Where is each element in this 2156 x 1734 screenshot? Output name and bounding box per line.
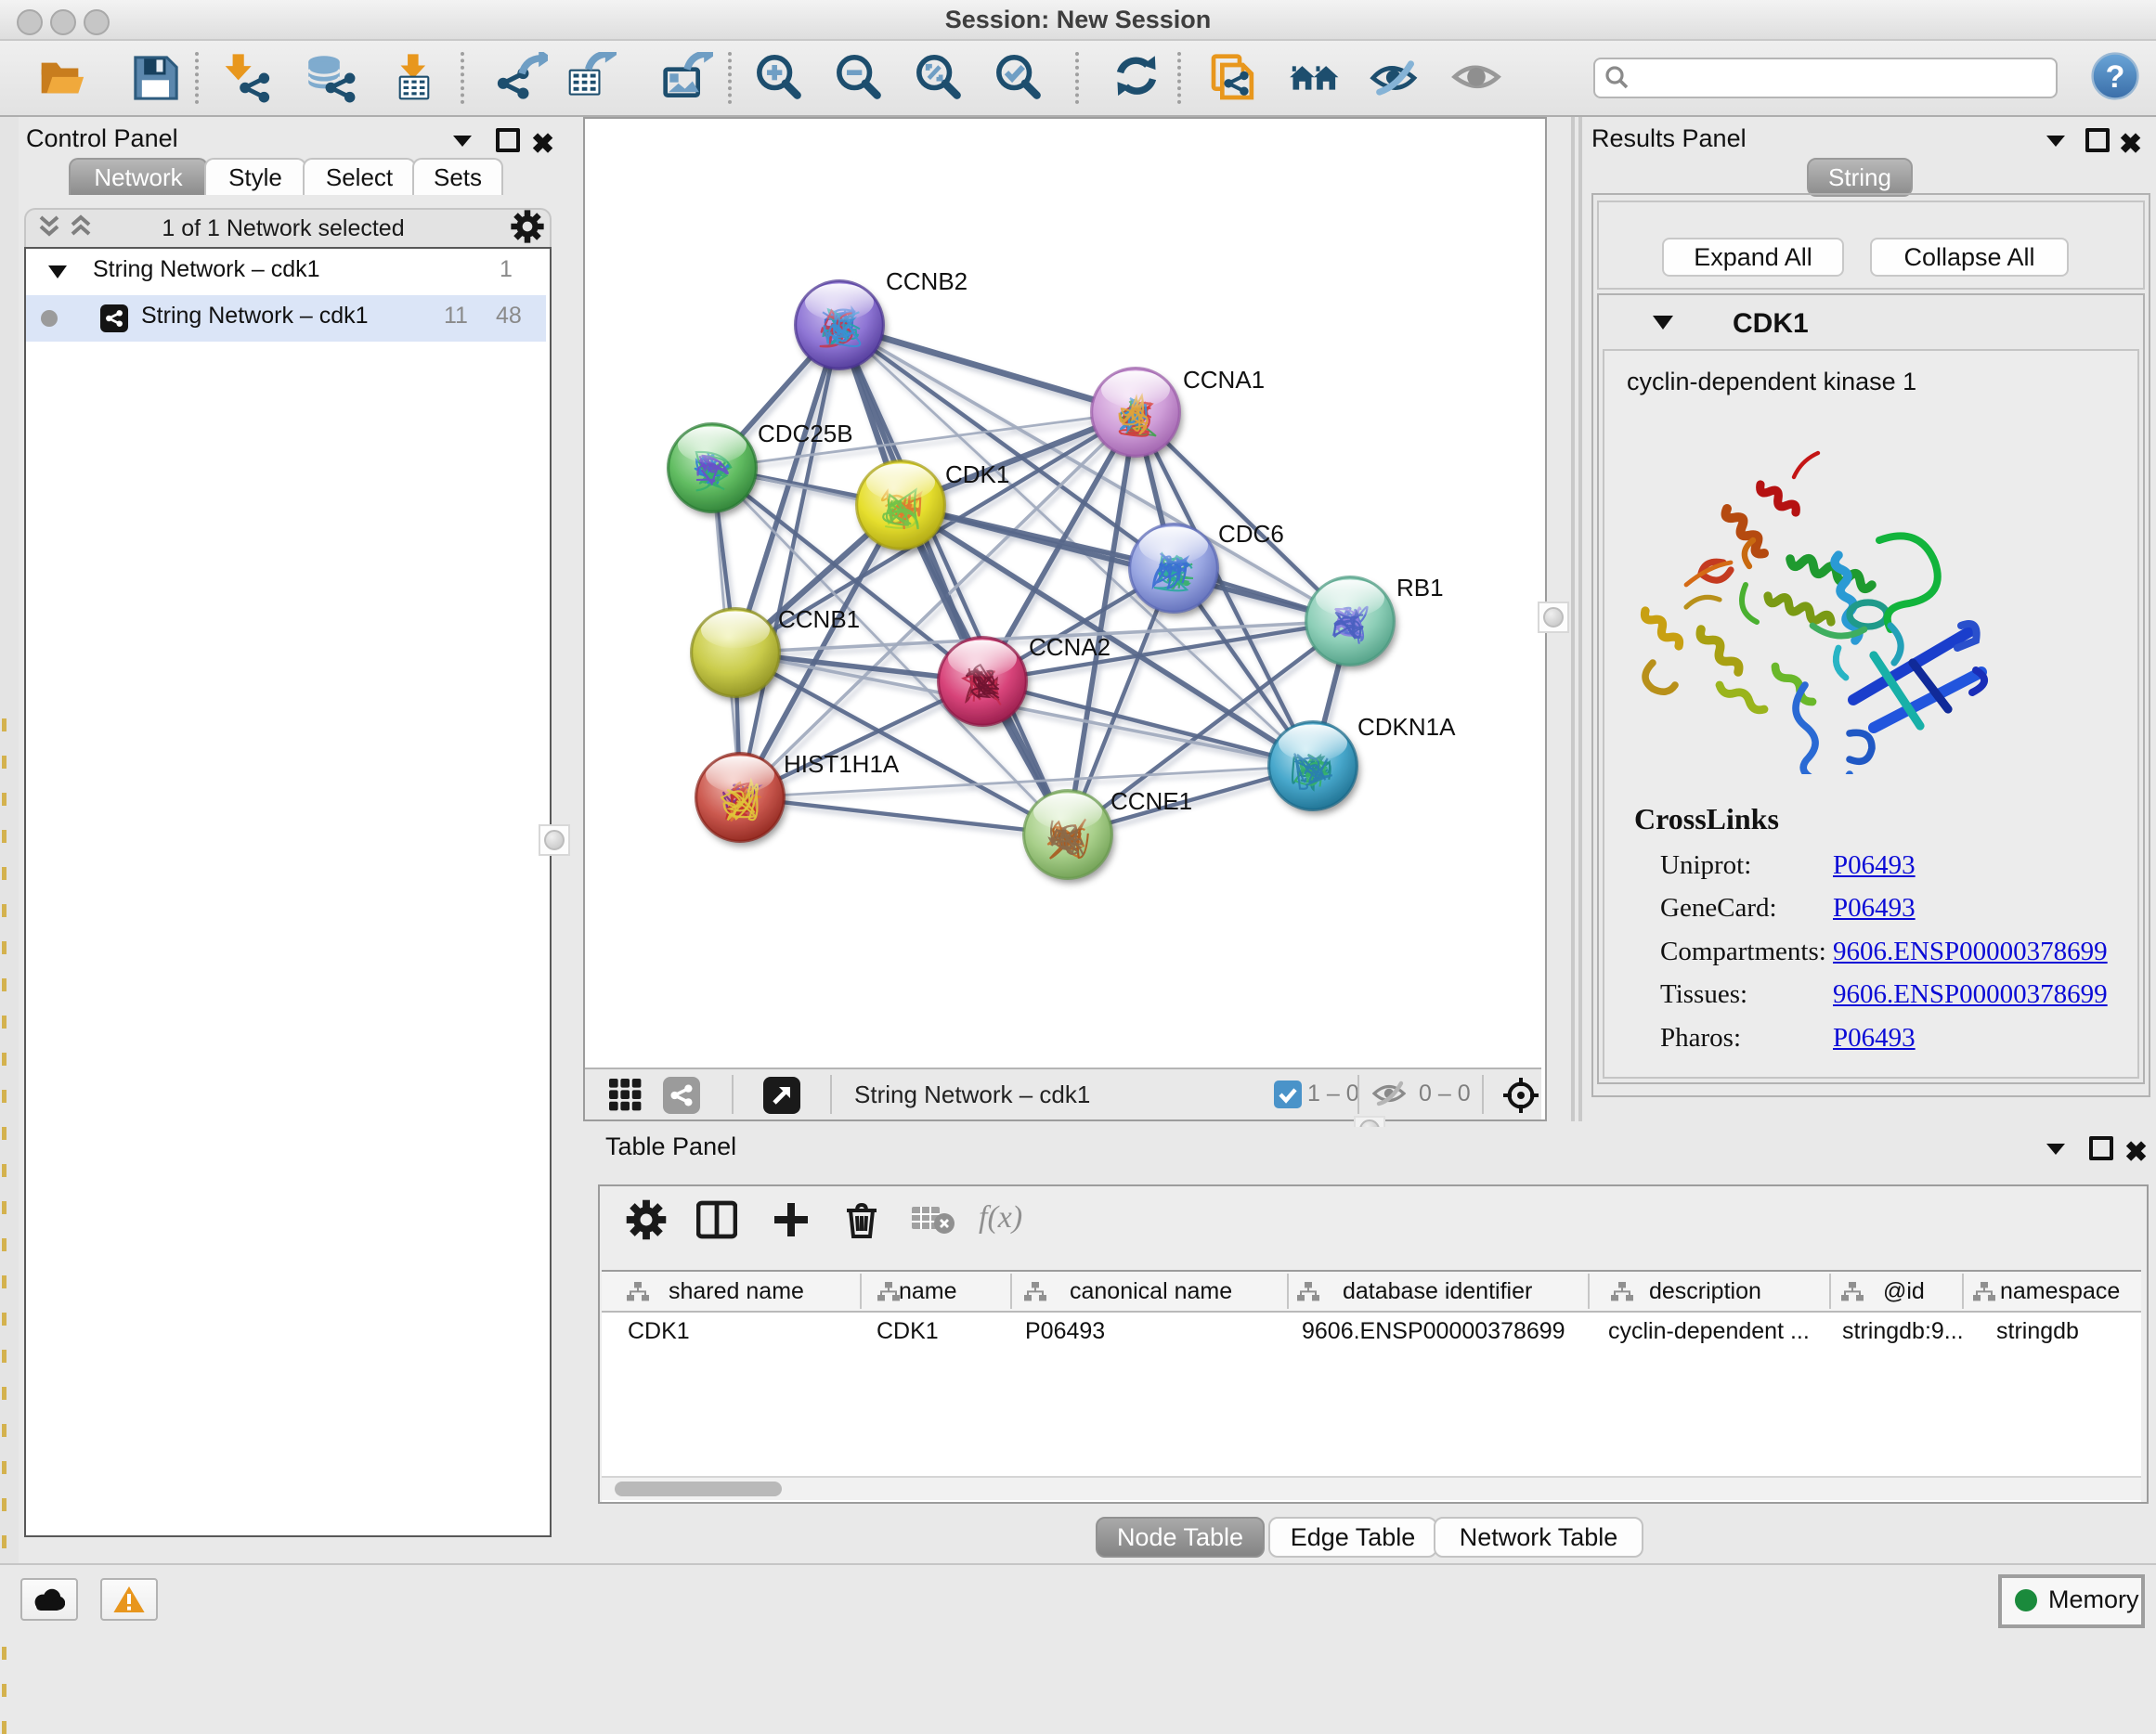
svg-text:CDC6: CDC6 <box>1218 520 1284 548</box>
svg-text:CDK1: CDK1 <box>945 460 1009 488</box>
svg-text:CCNE1: CCNE1 <box>1110 787 1192 815</box>
svg-text:HIST1H1A: HIST1H1A <box>784 750 900 778</box>
svg-text:CCNB2: CCNB2 <box>886 267 968 295</box>
svg-text:?: ? <box>2106 59 2125 95</box>
svg-text:CCNA2: CCNA2 <box>1029 633 1110 661</box>
svg-text:CDC25B: CDC25B <box>758 420 853 447</box>
svg-text:CDKN1A: CDKN1A <box>1357 713 1456 741</box>
svg-text:CCNA1: CCNA1 <box>1183 366 1265 394</box>
svg-text:CCNB1: CCNB1 <box>778 605 860 633</box>
svg-text:RB1: RB1 <box>1396 574 1444 602</box>
